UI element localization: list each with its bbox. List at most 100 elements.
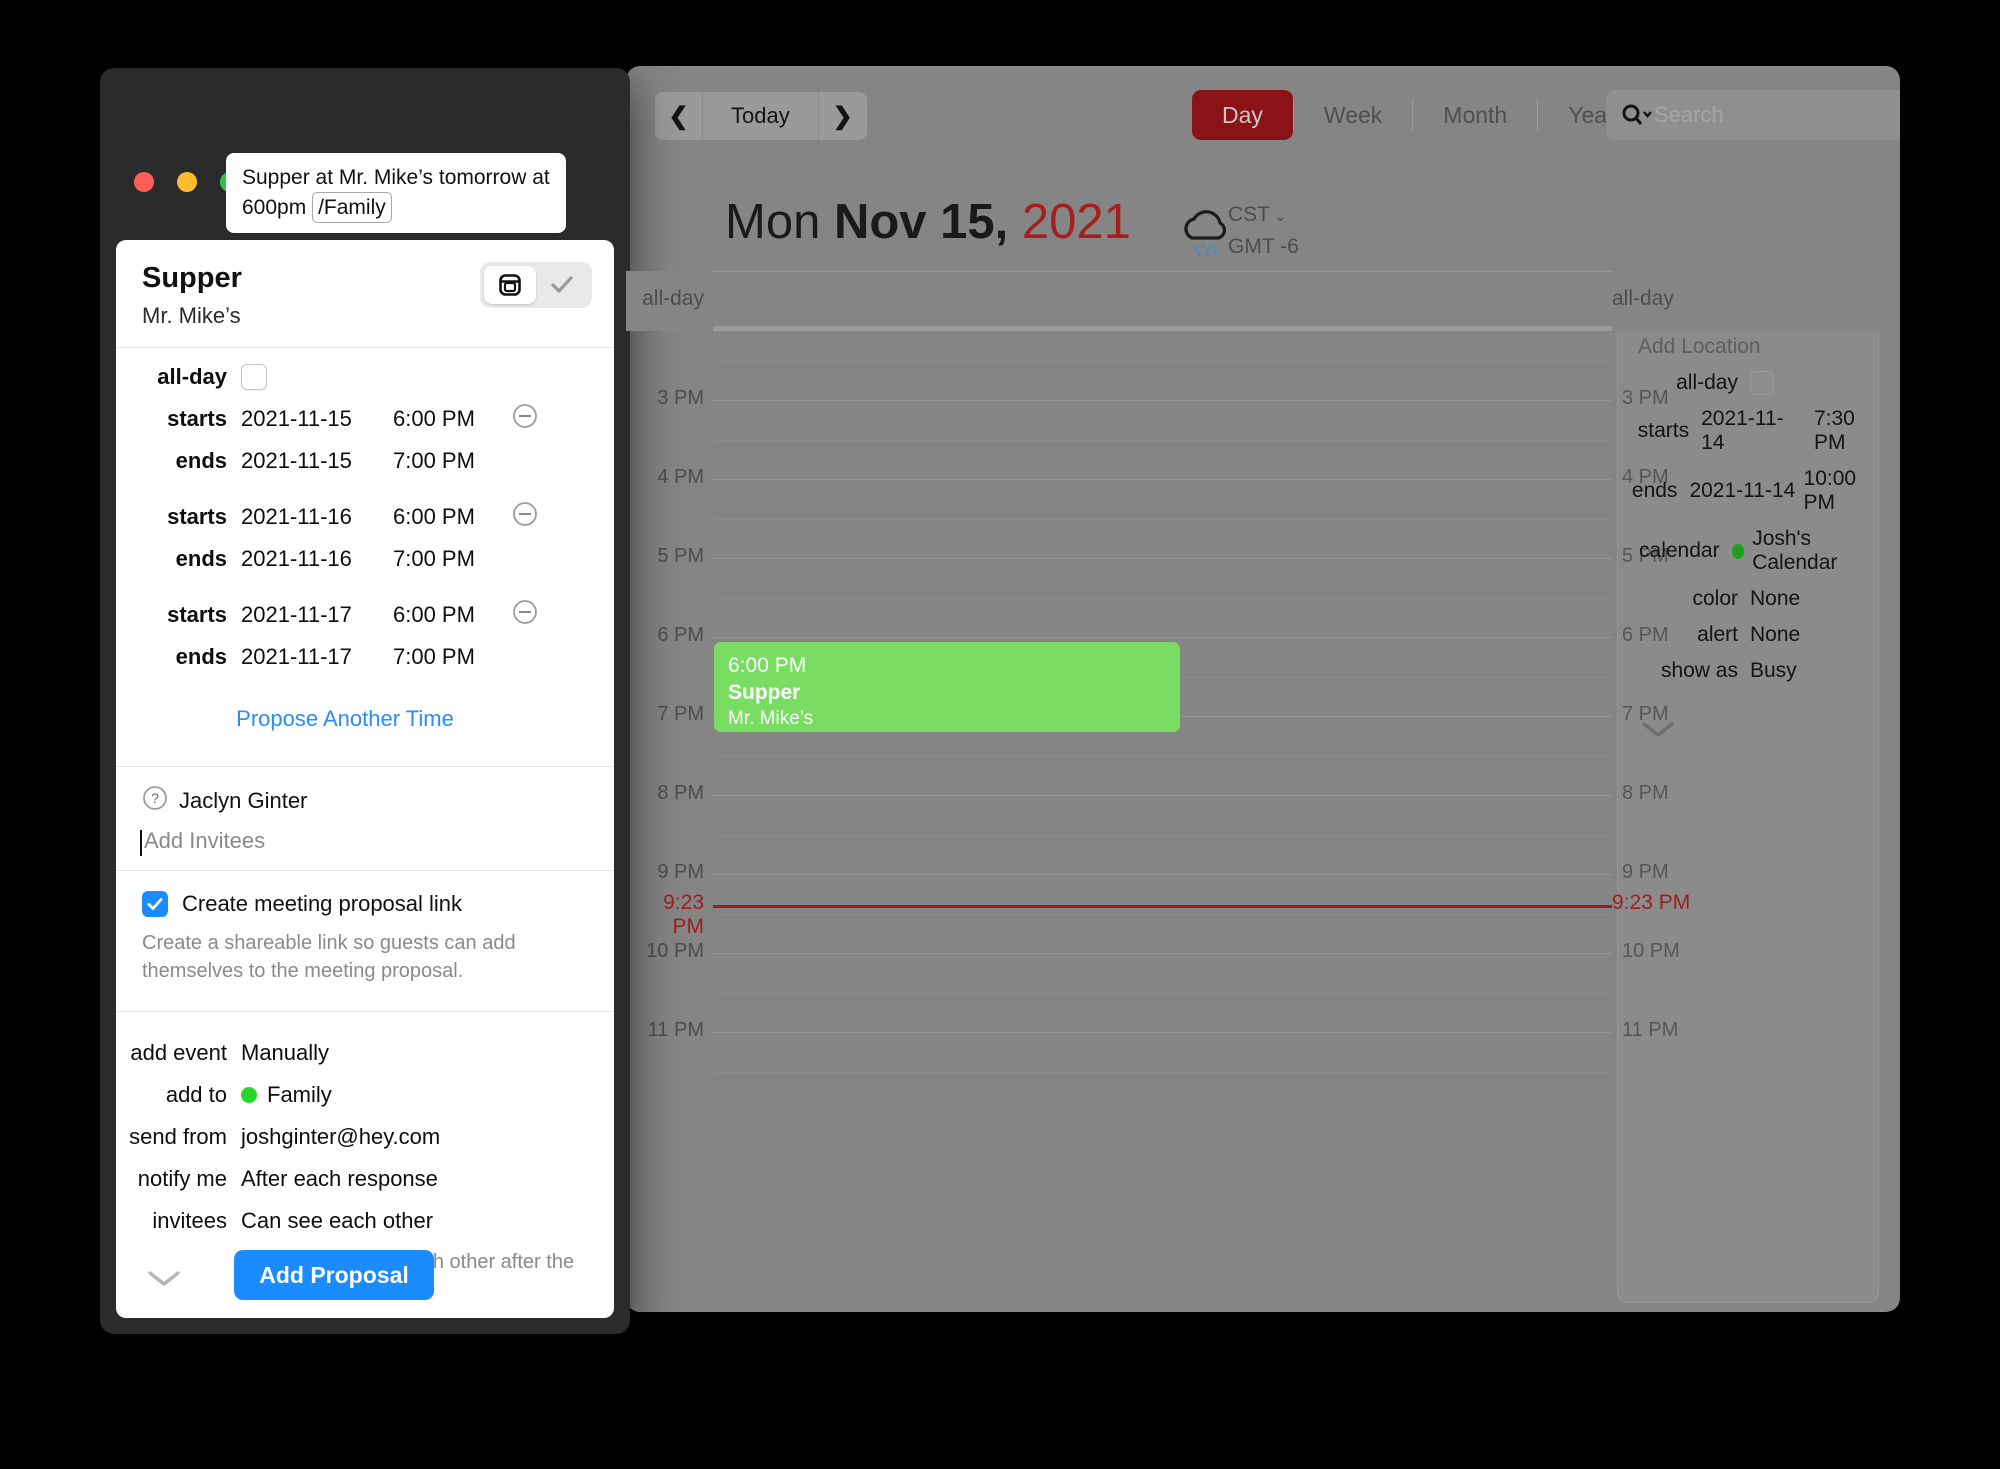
starts-label: starts [167,504,227,529]
event-title: Supper [728,681,801,704]
remove-time-slot-minus-circle-icon[interactable] [512,599,538,631]
tab-day-label: Day [1222,101,1263,128]
half-hour-gridline [713,1071,1612,1073]
setting-invitees-value[interactable]: Can see each other [241,1208,433,1234]
free-time-color-value[interactable]: None [1750,587,1800,611]
card-footer: Add Proposal [116,1242,614,1318]
search-box[interactable] [1606,90,1900,140]
window-traffic-lights [134,172,240,192]
free-time-alert-label: alert [1697,623,1738,646]
setting-add-to-value: Family [267,1082,332,1107]
search-icon[interactable] [1620,103,1654,127]
half-hour-gridline [713,439,1612,441]
nlp-text: Supper at Mr. Mike’s tomorrow at 600pm [242,166,550,219]
today-label: Today [731,103,790,128]
free-time-ends-time[interactable]: 10:00 PM [1804,467,1878,515]
previous-day-button[interactable]: ❮ [655,92,703,140]
free-time-alert-row: alert None [1618,623,1878,647]
half-hour-gridline [713,597,1612,599]
create-proposal-link-row[interactable]: Create meeting proposal link [142,891,588,917]
starts-row: starts 2021-11-16 6:00 PM [116,496,614,538]
ends-row: ends 2021-11-16 7:00 PM [116,538,614,580]
hour-label-left: 8 PM [657,782,704,804]
check-icon[interactable] [536,266,588,304]
all-day-label: all-day [157,364,227,389]
starts-date[interactable]: 2021-11-17 [241,602,393,628]
free-time-calendar-value: Josh's Calendar [1752,527,1838,574]
starts-time[interactable]: 6:00 PM [393,406,498,432]
hour-label-left: 9 PM [657,861,704,883]
hour-gridline [713,558,1612,559]
free-time-location-field[interactable]: Add Location [1618,335,1878,359]
ends-date[interactable]: 2021-11-16 [241,546,393,572]
gmt-offset: GMT -6 [1228,235,1299,258]
free-time-ends-date[interactable]: 2021-11-14 [1689,479,1795,503]
page-title: Mon Nov 15, 2021 [725,194,1131,250]
free-time-panel: Free time Add Location all-day starts 20… [1617,271,1879,1303]
free-time-starts-date[interactable]: 2021-11-14 [1701,407,1806,455]
invitee-item[interactable]: ? Jaclyn Ginter [142,785,588,816]
free-time-expand-chevron-down-icon[interactable] [1618,719,1878,744]
minimize-window-icon[interactable] [177,172,197,192]
current-time-label-right: 9:23 PM [1612,891,1691,914]
starts-time[interactable]: 6:00 PM [393,602,498,628]
add-invitees-input[interactable]: Add Invitees [140,828,588,856]
header-action-group [480,262,592,308]
ends-time[interactable]: 7:00 PM [393,644,498,670]
ends-time[interactable]: 7:00 PM [393,546,498,572]
archive-icon[interactable] [484,266,536,304]
setting-add-event-row: add event Manually [116,1032,614,1074]
today-button[interactable]: Today [703,92,819,140]
all-day-row[interactable]: all-day all-day [626,271,1900,331]
calendar-event-supper[interactable]: 6:00 PM Supper Mr. Mike’s [714,642,1180,732]
hour-label-left: 11 PM [647,1019,704,1041]
ends-date[interactable]: 2021-11-17 [241,644,393,670]
free-time-starts-row: starts 2021-11-14 7:30 PM [1618,407,1878,455]
calendar-color-dot [241,1087,257,1103]
free-time-alert-value[interactable]: None [1750,623,1800,647]
ends-time[interactable]: 7:00 PM [393,448,498,474]
hour-gridline [713,874,1612,875]
date-month-day: Nov 15, [833,195,1009,249]
free-time-showas-value[interactable]: Busy [1750,659,1797,683]
remove-time-slot-minus-circle-icon[interactable] [512,501,538,533]
hour-gridline [713,479,1612,480]
create-proposal-link-checkbox[interactable] [142,891,168,917]
starts-time[interactable]: 6:00 PM [393,504,498,530]
setting-notify-me-row: notify me After each response [116,1158,614,1200]
current-time-label-left: 9:23 PM [663,891,704,938]
tab-week[interactable]: Week [1294,90,1412,140]
setting-send-from-value[interactable]: joshginter@hey.com [241,1124,440,1150]
starts-date[interactable]: 2021-11-15 [241,406,393,432]
free-time-allday-checkbox[interactable] [1750,371,1774,395]
timezone-name[interactable]: CST ⌄ [1228,200,1299,232]
tab-month[interactable]: Month [1413,90,1537,140]
starts-row: starts 2021-11-15 6:00 PM [116,398,614,440]
timezone-block[interactable]: CST ⌄ GMT -6 [1228,200,1299,262]
free-time-starts-time[interactable]: 7:30 PM [1814,407,1878,455]
free-time-allday-row: all-day [1618,371,1878,395]
next-day-button[interactable]: ❯ [818,92,867,140]
all-day-checkbox[interactable] [241,364,267,390]
nlp-calendar-tag[interactable]: /Family [312,192,392,223]
setting-notify-me-value[interactable]: After each response [241,1166,438,1192]
propose-another-time-link[interactable]: Propose Another Time [116,692,614,748]
date-navigation-group: ❮ Today ❯ [655,92,867,140]
invitees-section: ? Jaclyn Ginter Add Invitees [116,767,614,871]
remove-time-slot-minus-circle-icon[interactable] [512,403,538,435]
natural-language-input[interactable]: Supper at Mr. Mike’s tomorrow at 600pm /… [226,153,566,233]
starts-date[interactable]: 2021-11-16 [241,504,393,530]
search-input[interactable] [1654,102,1900,128]
tab-day[interactable]: Day [1192,90,1293,140]
setting-add-event-value[interactable]: Manually [241,1040,329,1066]
invitee-name: Jaclyn Ginter [179,787,308,813]
close-window-icon[interactable] [134,172,154,192]
setting-send-from-label: send from [129,1124,227,1149]
ends-date[interactable]: 2021-11-15 [241,448,393,474]
half-hour-gridline [713,360,1612,362]
ends-label: ends [175,546,227,571]
timezone-label: CST [1228,203,1270,226]
add-proposal-button[interactable]: Add Proposal [234,1250,434,1300]
view-mode-segmented-control: Day Week Month Year [1192,90,1645,140]
expand-chevron-down-icon[interactable] [146,1268,182,1293]
